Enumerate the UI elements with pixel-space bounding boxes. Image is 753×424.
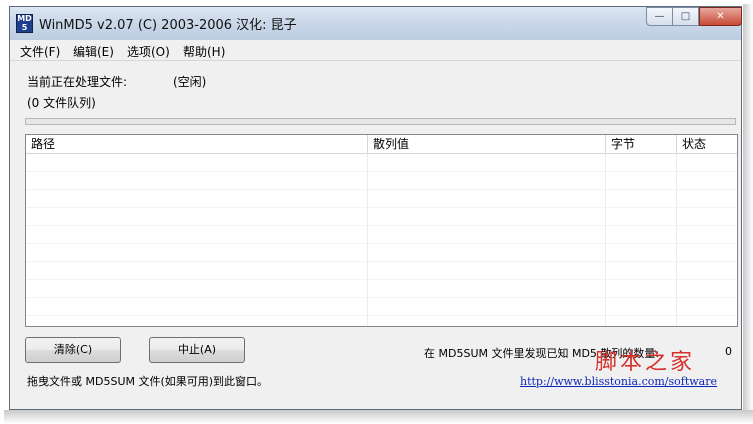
menu-edit[interactable]: 编辑(E)	[73, 43, 114, 60]
column-header-hash[interactable]: 散列值	[368, 135, 606, 153]
row-line	[26, 189, 737, 190]
title-bar[interactable]: MD 5 WinMD5 v2.07 (C) 2003-2006 汉化: 昆子 —…	[10, 7, 742, 40]
column-divider	[367, 153, 368, 326]
menu-options[interactable]: 选项(O)	[127, 43, 170, 60]
app-icon-text-bottom: 5	[21, 23, 28, 32]
list-header: 路径 散列值 字节 状态	[26, 135, 737, 154]
homepage-link[interactable]: http://www.blisstonia.com/software	[520, 375, 717, 388]
close-icon: ✕	[716, 11, 725, 22]
column-header-bytes[interactable]: 字节	[606, 135, 677, 153]
current-file-value: (空闲)	[173, 75, 207, 89]
maximize-button[interactable]: □	[672, 7, 699, 26]
app-icon-text-top: MD	[17, 14, 32, 23]
row-line	[26, 171, 737, 172]
maximize-icon: □	[680, 11, 691, 22]
window-title: WinMD5 v2.07 (C) 2003-2006 汉化: 昆子	[39, 18, 297, 33]
window-shadow-right	[743, 4, 753, 412]
minimize-button[interactable]: —	[646, 7, 673, 26]
queue-count: (0 文件队列)	[27, 96, 96, 110]
stop-button[interactable]: 中止(A)	[149, 337, 245, 363]
menu-bar: 文件(F) 编辑(E) 选项(O) 帮助(H)	[10, 40, 741, 61]
menu-file[interactable]: 文件(F)	[20, 43, 60, 60]
app-window: MD 5 WinMD5 v2.07 (C) 2003-2006 汉化: 昆子 —…	[9, 6, 742, 410]
close-button[interactable]: ✕	[699, 7, 742, 26]
column-divider	[605, 153, 606, 326]
row-line	[26, 225, 737, 226]
drop-hint: 拖曳文件或 MD5SUM 文件(如果可用)到此窗口。	[27, 375, 269, 388]
row-line	[26, 261, 737, 262]
row-line	[26, 297, 737, 298]
column-header-path[interactable]: 路径	[26, 135, 368, 153]
row-line	[26, 243, 737, 244]
watermark-logo: 脚本之家	[595, 350, 696, 375]
clear-button[interactable]: 清除(C)	[25, 337, 121, 363]
app-icon[interactable]: MD 5	[16, 14, 33, 33]
column-divider	[676, 153, 677, 326]
current-file-label: 当前正在处理文件:	[27, 75, 128, 89]
progress-bar	[25, 118, 736, 125]
hash-list[interactable]: 路径 散列值 字节 状态	[25, 134, 738, 327]
window-shadow-bottom	[4, 410, 753, 424]
row-line	[26, 315, 737, 316]
row-line	[26, 279, 737, 280]
row-line	[26, 207, 737, 208]
column-header-status[interactable]: 状态	[677, 135, 737, 153]
minimize-icon: —	[654, 11, 665, 22]
known-hash-count: 0	[725, 345, 732, 358]
menu-help[interactable]: 帮助(H)	[183, 43, 225, 60]
